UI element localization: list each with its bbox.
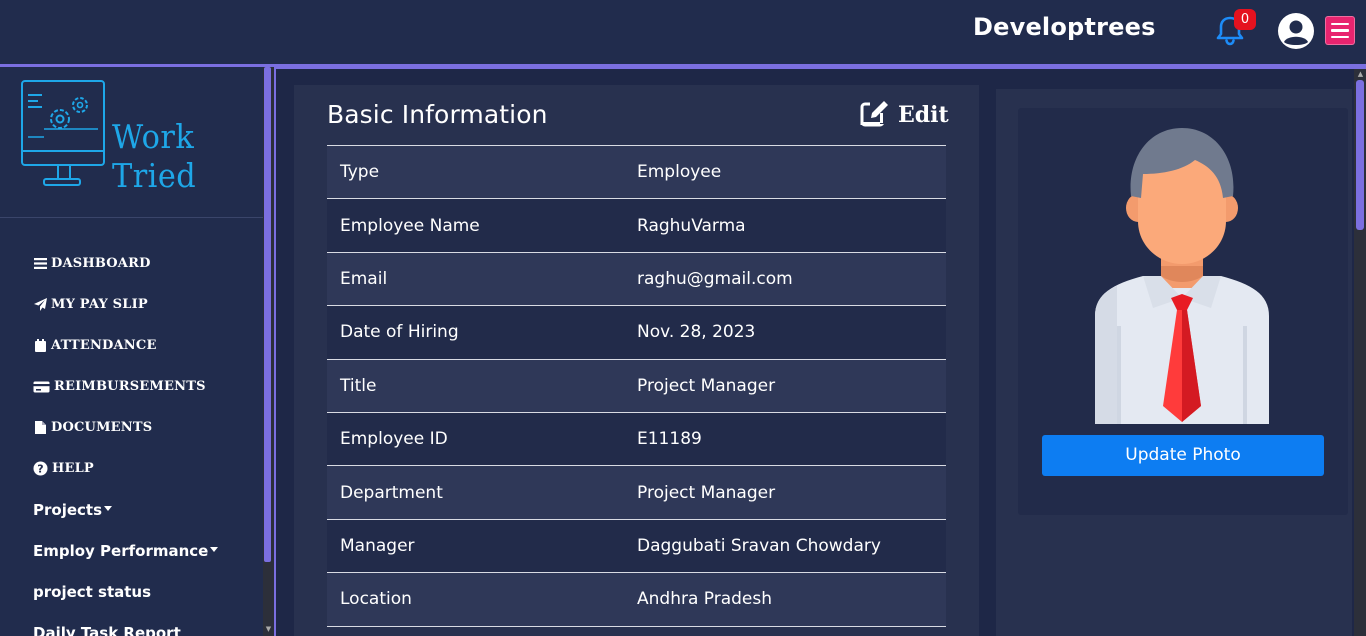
sidebar-item-project-status[interactable]: project status bbox=[33, 571, 218, 612]
field-value: Andhra Pradesh bbox=[637, 589, 773, 610]
logo-text: Work Tried bbox=[112, 117, 197, 195]
field-value: E11189 bbox=[637, 429, 702, 450]
paper-plane-icon bbox=[33, 297, 48, 312]
main-border bbox=[274, 67, 276, 636]
hamburger-menu-button[interactable] bbox=[1325, 16, 1355, 45]
bars-icon bbox=[33, 256, 48, 271]
sidebar-item-label: ATTENDANCE bbox=[51, 338, 157, 353]
basic-information-title: Basic Information bbox=[327, 100, 548, 129]
sidebar-item-label: Projects bbox=[33, 500, 103, 519]
sidebar-item-projects[interactable]: Projects bbox=[33, 489, 218, 530]
table-row: Employee ID E11189 bbox=[327, 412, 946, 467]
caret-down-icon bbox=[210, 547, 219, 552]
sidebar-item-attendance[interactable]: ATTENDANCE bbox=[33, 325, 218, 366]
table-row: Employee Name RaghuVarma bbox=[327, 199, 946, 253]
sidebar-item-my-pay-slip[interactable]: MY PAY SLIP bbox=[33, 284, 218, 325]
field-label: Employee ID bbox=[340, 429, 448, 450]
field-label: Employee Name bbox=[340, 215, 480, 236]
field-value: RaghuVarma bbox=[637, 215, 746, 236]
scroll-up-arrow-icon[interactable]: ▲ bbox=[1356, 69, 1365, 79]
table-row: Title Project Manager bbox=[327, 359, 946, 413]
sidebar-item-label: Daily Task Report bbox=[33, 623, 181, 636]
field-label: Date of Hiring bbox=[340, 322, 459, 343]
question-circle-icon: ? bbox=[33, 461, 48, 476]
table-row: Date of Hiring Nov. 28, 2023 bbox=[327, 306, 946, 360]
scroll-down-arrow-icon[interactable]: ▼ bbox=[264, 624, 273, 634]
table-row: Email raghu@gmail.com bbox=[327, 252, 946, 307]
sidebar-item-reimbursements[interactable]: REIMBURSEMENTS bbox=[33, 366, 218, 407]
sidebar-scrollbar-thumb[interactable] bbox=[264, 67, 271, 562]
update-photo-button[interactable]: Update Photo bbox=[1042, 435, 1324, 476]
field-value: Nov. 28, 2023 bbox=[637, 322, 756, 343]
main-scrollbar-thumb[interactable] bbox=[1356, 80, 1364, 230]
basic-information-table: Type Employee Employee Name RaghuVarma E… bbox=[327, 145, 946, 627]
brand-title: Developtrees bbox=[973, 13, 1156, 41]
calendar-icon bbox=[33, 338, 48, 353]
credit-card-icon bbox=[33, 379, 51, 394]
table-row: Manager Daggubati Sravan Chowdary bbox=[327, 519, 946, 574]
sidebar-item-label: DASHBOARD bbox=[51, 256, 151, 271]
field-label: Department bbox=[340, 482, 443, 503]
caret-down-icon bbox=[104, 506, 113, 511]
notification-badge: 0 bbox=[1234, 9, 1256, 30]
table-row: Location Andhra Pradesh bbox=[327, 573, 946, 627]
sidebar-divider bbox=[0, 217, 263, 218]
main-border bbox=[274, 67, 1366, 69]
edit-icon bbox=[860, 99, 890, 131]
top-header bbox=[0, 0, 1366, 64]
employee-avatar bbox=[1083, 126, 1281, 424]
field-label: Title bbox=[340, 375, 377, 396]
sidebar-nav: DASHBOARD MY PAY SLIP ATTENDANCE REIMBUR… bbox=[33, 243, 219, 636]
field-value: Employee bbox=[637, 162, 722, 183]
field-value: Daggubati Sravan Chowdary bbox=[637, 535, 881, 556]
field-value: Project Manager bbox=[637, 482, 776, 503]
file-icon bbox=[33, 420, 48, 435]
svg-text:?: ? bbox=[37, 463, 43, 476]
field-label: Manager bbox=[340, 535, 415, 556]
sidebar-item-label: MY PAY SLIP bbox=[51, 297, 148, 312]
field-value: Project Manager bbox=[637, 375, 776, 396]
sidebar-item-label: DOCUMENTS bbox=[51, 420, 153, 435]
edit-button[interactable]: Edit bbox=[860, 100, 949, 130]
sidebar-item-label: HELP bbox=[52, 461, 94, 476]
field-label: Location bbox=[340, 589, 412, 610]
field-value: raghu@gmail.com bbox=[637, 268, 793, 289]
field-label: Type bbox=[340, 162, 380, 183]
sidebar-item-employ-performance[interactable]: Employ Performance bbox=[33, 530, 219, 571]
sidebar-item-label: project status bbox=[33, 582, 152, 601]
sidebar-item-dashboard[interactable]: DASHBOARD bbox=[33, 243, 218, 284]
table-row: Type Employee bbox=[327, 146, 946, 200]
sidebar-item-daily-task-report[interactable]: Daily Task Report bbox=[33, 612, 218, 636]
sidebar-item-label: REIMBURSEMENTS bbox=[54, 379, 206, 394]
table-row: Department Project Manager bbox=[327, 466, 946, 520]
sidebar-item-documents[interactable]: DOCUMENTS bbox=[33, 407, 218, 448]
field-label: Email bbox=[340, 268, 388, 289]
user-account-icon[interactable] bbox=[1277, 12, 1315, 50]
sidebar: Work Tried DASHBOARD MY PAY SLIP ATTENDA… bbox=[0, 67, 263, 636]
edit-label: Edit bbox=[898, 102, 949, 128]
sidebar-item-label: Employ Performance bbox=[33, 541, 209, 560]
sidebar-item-help[interactable]: ? HELP bbox=[33, 448, 218, 489]
